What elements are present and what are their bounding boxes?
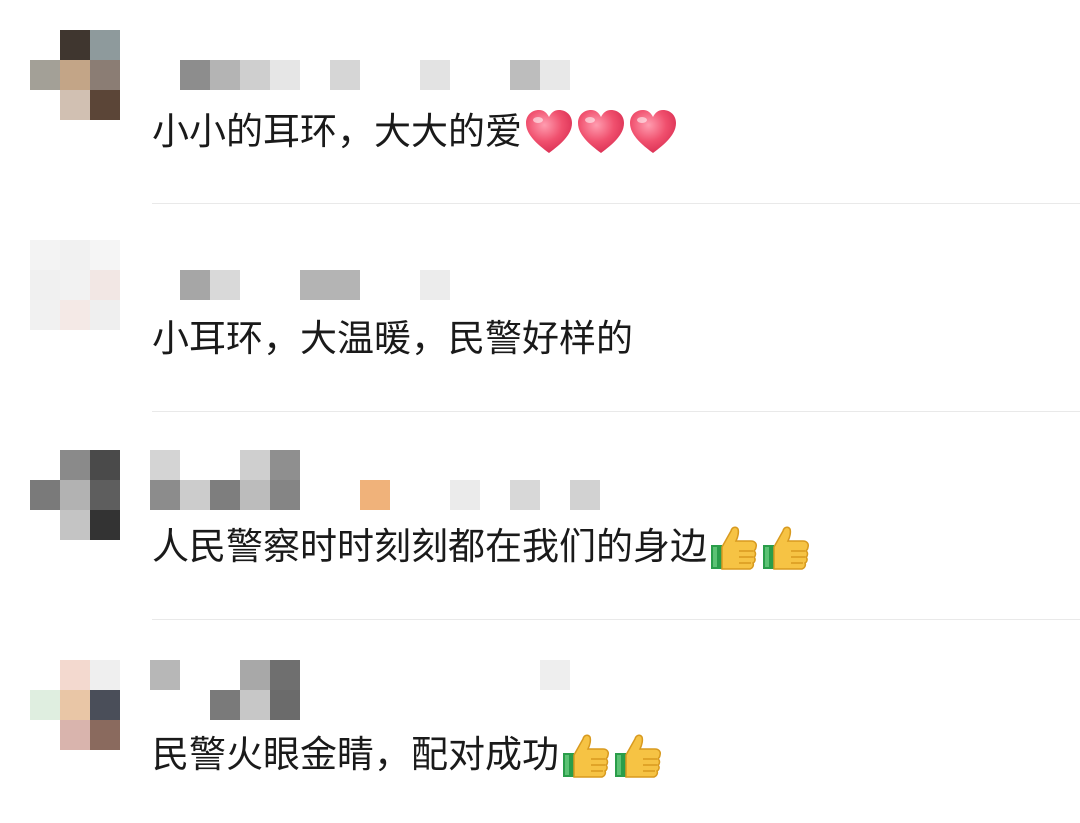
avatar[interactable] bbox=[30, 450, 120, 540]
thumbs-up-icon bbox=[709, 523, 759, 571]
comment-text-row: 民警火眼金睛，配对成功 bbox=[152, 730, 663, 780]
avatar[interactable] bbox=[30, 240, 120, 330]
avatar[interactable] bbox=[30, 30, 120, 120]
comment-text: 人民警察时时刻刻都在我们的身边 bbox=[152, 525, 707, 568]
username[interactable] bbox=[150, 450, 630, 510]
comment-text: 民警火眼金睛，配对成功 bbox=[152, 733, 559, 776]
comment-text-row: 小小的耳环，大大的爱 bbox=[152, 107, 678, 157]
heart-icon bbox=[628, 109, 678, 155]
thumbs-up-icon bbox=[613, 731, 663, 779]
thumbs-up-icon bbox=[561, 731, 611, 779]
heart-icon bbox=[524, 109, 574, 155]
divider bbox=[152, 619, 1080, 620]
comment-text-row: 人民警察时时刻刻都在我们的身边 bbox=[152, 522, 811, 572]
comment-text: 小小的耳环，大大的爱 bbox=[152, 110, 522, 153]
avatar[interactable] bbox=[30, 660, 120, 750]
heart-icon bbox=[576, 109, 626, 155]
comment-text-row: 小耳环，大温暖，民警好样的 bbox=[152, 314, 633, 364]
username[interactable] bbox=[150, 660, 630, 720]
comment-text: 小耳环，大温暖，民警好样的 bbox=[152, 317, 633, 360]
divider bbox=[152, 203, 1080, 204]
thumbs-up-icon bbox=[761, 523, 811, 571]
divider bbox=[152, 411, 1080, 412]
